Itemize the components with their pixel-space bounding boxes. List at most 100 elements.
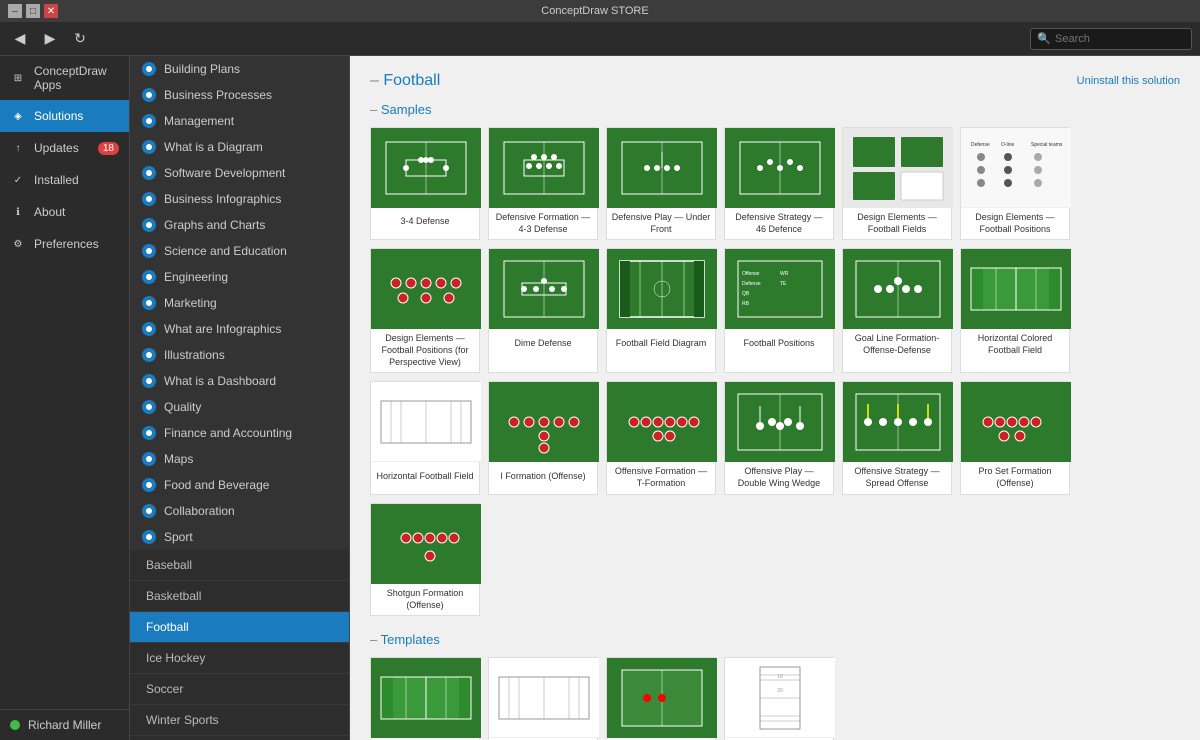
- sample-card-7[interactable]: Dime Defense: [488, 248, 598, 373]
- sample-card-17[interactable]: Pro Set Formation (Offense): [960, 381, 1070, 494]
- sample-card-3[interactable]: Defensive Strategy — 46 Defence: [724, 127, 834, 240]
- subitem-chess[interactable]: Chess: [130, 736, 349, 740]
- sidebar2-infographics[interactable]: Business Infographics: [130, 186, 349, 212]
- sidebar-item-preferences[interactable]: ⚙ Preferences: [0, 228, 129, 260]
- svg-text:Defense: Defense: [971, 142, 990, 148]
- sidebar2-quality[interactable]: Quality: [130, 394, 349, 420]
- svg-text:Defense: Defense: [742, 281, 761, 287]
- content-area: – Football Uninstall this solution – Sam…: [350, 56, 1200, 740]
- sport-subitems: Baseball Basketball Football Ice Hockey …: [130, 550, 349, 740]
- sidebar2-software[interactable]: Software Development: [130, 160, 349, 186]
- label-16: Offensive Strategy — Spread Offense: [843, 462, 951, 493]
- search-box: 🔍: [1030, 28, 1192, 50]
- sidebar2-business-processes[interactable]: Business Processes: [130, 82, 349, 108]
- sample-card-5[interactable]: Defense O-line Special teams: [960, 127, 1070, 240]
- circle-icon-6: [142, 218, 156, 232]
- template-card-1[interactable]: Horizontal Football Field: [488, 657, 598, 740]
- sample-card-9[interactable]: Offense Defense QB RB WR TE Football Pos…: [724, 248, 834, 373]
- circle-icon-5: [142, 192, 156, 206]
- template-card-3[interactable]: 10 20 Simple Vertical Football Field: [724, 657, 834, 740]
- sample-card-8[interactable]: Football Field Diagram: [606, 248, 716, 373]
- sidebar2-graphs[interactable]: Graphs and Charts: [130, 212, 349, 238]
- sample-card-6[interactable]: Design Elements — Football Positions (fo…: [370, 248, 480, 373]
- sample-card-14[interactable]: Offensive Formation — T-Formation: [606, 381, 716, 494]
- window-title: ConceptDraw STORE: [58, 5, 1132, 17]
- sidebar2-management[interactable]: Management: [130, 108, 349, 134]
- sidebar2-building-plans[interactable]: Building Plans: [130, 56, 349, 82]
- sidebar2-sport[interactable]: Sport: [130, 524, 349, 550]
- circle-icon-16: [142, 478, 156, 492]
- sample-card-2[interactable]: Defensive Play — Under Front: [606, 127, 716, 240]
- maximize-button[interactable]: □: [26, 4, 40, 18]
- sidebar-item-updates[interactable]: ↑ Updates 18: [0, 132, 129, 164]
- page-title: – Football: [370, 72, 440, 90]
- subitem-football[interactable]: Football: [130, 612, 349, 643]
- user-section: Richard Miller: [0, 709, 129, 740]
- circle-icon-0: [142, 62, 156, 76]
- sample-card-4[interactable]: Design Elements — Football Fields: [842, 127, 952, 240]
- subitem-winter-sports[interactable]: Winter Sports: [130, 705, 349, 736]
- thumb-5: Defense O-line Special teams: [961, 128, 1071, 208]
- thumb-9: Offense Defense QB RB WR TE: [725, 249, 835, 329]
- label-8: Football Field Diagram: [607, 329, 715, 357]
- sample-card-18[interactable]: Shotgun Formation (Offense): [370, 503, 480, 616]
- sidebar2-illustrations[interactable]: Illustrations: [130, 342, 349, 368]
- tthumb-0: [371, 658, 481, 738]
- search-input[interactable]: [1055, 33, 1185, 45]
- sidebar2-what-infographics[interactable]: What are Infographics: [130, 316, 349, 342]
- svg-text:20: 20: [777, 688, 783, 694]
- about-icon: ℹ: [10, 204, 26, 220]
- circle-icon-2: [142, 114, 156, 128]
- refresh-button[interactable]: ↻: [68, 27, 92, 51]
- close-button[interactable]: ✕: [44, 4, 58, 18]
- sample-card-10[interactable]: Goal Line Formation-Offense-Defense: [842, 248, 952, 373]
- thumb-16: [843, 382, 953, 462]
- sidebar2-engineering[interactable]: Engineering: [130, 264, 349, 290]
- thumb-4: [843, 128, 953, 208]
- sample-card-11[interactable]: Horizontal Colored Football Field: [960, 248, 1070, 373]
- sidebar2-marketing[interactable]: Marketing: [130, 290, 349, 316]
- sidebar-item-about[interactable]: ℹ About: [0, 196, 129, 228]
- samples-grid: 3-4 Defense: [370, 127, 1180, 616]
- sidebar2-finance[interactable]: Finance and Accounting: [130, 420, 349, 446]
- tthumb-3: 10 20: [725, 658, 835, 738]
- apps-icon: ⊞: [10, 70, 26, 86]
- sidebar2-science[interactable]: Science and Education: [130, 238, 349, 264]
- svg-text:Offense: Offense: [742, 271, 760, 277]
- subitem-ice-hockey[interactable]: Ice Hockey: [130, 643, 349, 674]
- sample-card-16[interactable]: Offensive Strategy — Spread Offense: [842, 381, 952, 494]
- circle-icon-10: [142, 322, 156, 336]
- sidebar2-collaboration[interactable]: Collaboration: [130, 498, 349, 524]
- minimize-button[interactable]: –: [8, 4, 22, 18]
- toolbar: ◀ ▶ ↻ 🔍: [0, 22, 1200, 56]
- thumb-2: [607, 128, 717, 208]
- samples-title: – Samples: [370, 102, 1180, 117]
- sidebar-item-solutions[interactable]: ◈ Solutions: [0, 100, 129, 132]
- sample-card-15[interactable]: Offensive Play — Double Wing Wedge: [724, 381, 834, 494]
- sidebar-label-preferences: Preferences: [34, 237, 99, 251]
- sidebar-item-installed[interactable]: ✓ Installed: [0, 164, 129, 196]
- back-button[interactable]: ◀: [8, 27, 32, 51]
- label-7: Dime Defense: [489, 329, 597, 357]
- template-card-2[interactable]: Sideline View Football Field: [606, 657, 716, 740]
- label-4: Design Elements — Football Fields: [843, 208, 951, 239]
- sample-card-13[interactable]: I Formation (Offense): [488, 381, 598, 494]
- sidebar2-what-diagram[interactable]: What is a Diagram: [130, 134, 349, 160]
- sample-card-0[interactable]: 3-4 Defense: [370, 127, 480, 240]
- subitem-baseball[interactable]: Baseball: [130, 550, 349, 581]
- forward-button[interactable]: ▶: [38, 27, 62, 51]
- sidebar-label-about: About: [34, 205, 65, 219]
- sidebar2-food[interactable]: Food and Beverage: [130, 472, 349, 498]
- sidebar2-maps[interactable]: Maps: [130, 446, 349, 472]
- sample-card-1[interactable]: Defensive Formation — 4-3 Defense: [488, 127, 598, 240]
- sample-card-12[interactable]: Horizontal Football Field: [370, 381, 480, 494]
- subitem-basketball[interactable]: Basketball: [130, 581, 349, 612]
- uninstall-link[interactable]: Uninstall this solution: [1077, 75, 1180, 87]
- thumb-11: [961, 249, 1071, 329]
- sidebar-item-apps[interactable]: ⊞ ConceptDraw Apps: [0, 56, 129, 100]
- circle-icon-9: [142, 296, 156, 310]
- sidebar2-dashboard[interactable]: What is a Dashboard: [130, 368, 349, 394]
- subitem-soccer[interactable]: Soccer: [130, 674, 349, 705]
- svg-text:10: 10: [777, 674, 783, 680]
- template-card-0[interactable]: Horizontal Colored Football Field: [370, 657, 480, 740]
